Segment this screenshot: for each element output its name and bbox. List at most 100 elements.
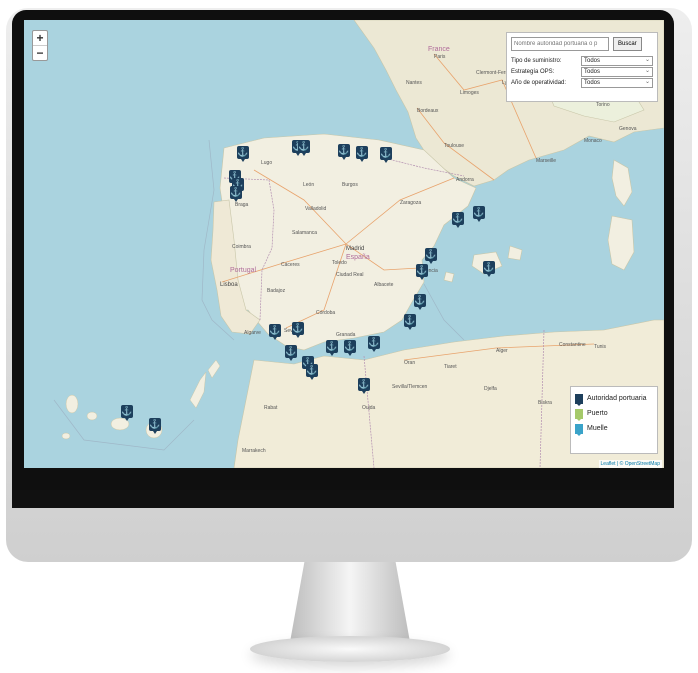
filter-panel: Buscar Tipo de suministro: Todos ⌄ Estrat… bbox=[506, 32, 658, 102]
monitor-chin bbox=[12, 490, 674, 508]
city-label: Salamanca bbox=[292, 230, 318, 236]
legend-label: Autoridad portuaria bbox=[587, 395, 647, 402]
port-authority-marker[interactable]: ⚓ bbox=[452, 212, 464, 228]
map-screen[interactable]: France Paris Nantes Limoges Clermont-Ferrand… bbox=[24, 20, 664, 468]
filter-ops-strategy: Estrategía OPS: Todos ⌄ bbox=[511, 66, 653, 77]
anchor-icon: ⚓ bbox=[425, 249, 437, 259]
chevron-down-icon: ⌄ bbox=[644, 67, 650, 74]
monitor-stand-neck bbox=[290, 562, 410, 642]
anchor-icon: ⚓ bbox=[358, 379, 370, 389]
city-label: Algarve bbox=[244, 330, 261, 336]
filter-ops-strategy-select[interactable]: Todos ⌄ bbox=[581, 66, 653, 77]
anchor-icon: ⚓ bbox=[149, 419, 161, 429]
anchor-icon: ⚓ bbox=[306, 365, 318, 375]
anchor-icon: ⚓ bbox=[121, 406, 133, 416]
anchor-icon: ⚓ bbox=[230, 187, 242, 197]
port-authority-marker[interactable]: ⚓ bbox=[285, 345, 297, 361]
city-label: Constantine bbox=[559, 342, 586, 348]
filter-ops-strategy-label: Estrategía OPS: bbox=[511, 68, 555, 75]
city-label: Sevilla/Tlemcen bbox=[392, 384, 428, 390]
port-authority-marker[interactable]: ⚓ bbox=[358, 378, 370, 394]
city-label: Valladolid bbox=[305, 206, 327, 212]
city-label: Nantes bbox=[406, 80, 422, 86]
city-label: Torino bbox=[596, 102, 610, 108]
city-label: Toledo bbox=[332, 260, 347, 266]
anchor-icon: ⚓ bbox=[344, 341, 356, 351]
anchor-icon: ⚓ bbox=[237, 147, 249, 157]
port-authority-marker[interactable]: ⚓ bbox=[404, 314, 416, 330]
city-label: Monaco bbox=[584, 138, 602, 144]
port-authority-marker[interactable]: ⚓ bbox=[344, 340, 356, 356]
filter-year-label: Año de operatividad: bbox=[511, 79, 567, 86]
anchor-icon: ⚓ bbox=[292, 323, 304, 333]
anchor-icon: ⚓ bbox=[338, 145, 350, 155]
select-value: Todos bbox=[584, 68, 601, 75]
search-button[interactable]: Buscar bbox=[613, 37, 642, 51]
legend-label: Muelle bbox=[587, 425, 608, 432]
port-authority-marker[interactable]: ⚓ bbox=[416, 264, 428, 280]
port-authority-marker[interactable]: ⚓ bbox=[306, 364, 318, 380]
port-authority-marker[interactable]: ⚓ bbox=[292, 322, 304, 338]
city-label: Lisboa bbox=[220, 282, 238, 288]
anchor-icon: ⚓ bbox=[298, 141, 310, 151]
anchor-icon: ⚓ bbox=[356, 147, 368, 157]
port-authority-marker[interactable]: ⚓ bbox=[473, 206, 485, 222]
city-label: Genova bbox=[619, 126, 637, 132]
city-label: Badajoz bbox=[267, 288, 286, 294]
filter-year: Año de operatividad: Todos ⌄ bbox=[511, 77, 653, 88]
map-attribution[interactable]: Leaflet | © OpenStreetMap bbox=[598, 460, 662, 468]
filter-supply-type-select[interactable]: Todos ⌄ bbox=[581, 55, 653, 66]
city-label: Zaragoza bbox=[400, 200, 422, 206]
city-label: Ciudad Real bbox=[336, 272, 364, 278]
port-authority-marker[interactable]: ⚓ bbox=[269, 324, 281, 340]
legend-item-dock: Muelle bbox=[575, 421, 653, 436]
port-authority-marker[interactable]: ⚓ bbox=[425, 248, 437, 264]
search-input[interactable] bbox=[511, 37, 609, 51]
port-authority-marker[interactable]: ⚓ bbox=[338, 144, 350, 160]
anchor-icon: ⚓ bbox=[483, 262, 495, 272]
anchor-icon: ⚓ bbox=[285, 346, 297, 356]
port-authority-marker[interactable]: ⚓ bbox=[149, 418, 161, 434]
port-authority-marker[interactable]: ⚓ bbox=[237, 146, 249, 162]
chevron-down-icon: ⌄ bbox=[644, 56, 650, 63]
port-authority-marker[interactable]: ⚓ bbox=[230, 186, 242, 202]
select-value: Todos bbox=[584, 79, 601, 86]
city-label: Biskra bbox=[538, 400, 552, 406]
port-authority-marker[interactable]: ⚓ bbox=[414, 294, 426, 310]
zoom-control[interactable]: + − bbox=[32, 30, 48, 61]
anchor-icon: ⚓ bbox=[368, 337, 380, 347]
chevron-down-icon: ⌄ bbox=[644, 78, 650, 85]
anchor-icon: ⚓ bbox=[269, 325, 281, 335]
city-label: Oran bbox=[404, 360, 416, 366]
port-authority-marker[interactable]: ⚓ bbox=[298, 140, 310, 156]
legend-label: Puerto bbox=[587, 410, 608, 417]
city-label: Córdoba bbox=[316, 310, 336, 316]
city-label: España bbox=[346, 254, 370, 261]
zoom-out-button[interactable]: − bbox=[33, 46, 47, 60]
filter-year-select[interactable]: Todos ⌄ bbox=[581, 77, 653, 88]
port-authority-marker[interactable]: ⚓ bbox=[368, 336, 380, 352]
city-label: Cáceres bbox=[281, 262, 300, 268]
city-label: Lugo bbox=[261, 160, 273, 166]
anchor-marker-icon bbox=[575, 393, 583, 406]
port-authority-marker[interactable]: ⚓ bbox=[380, 147, 392, 163]
anchor-icon: ⚓ bbox=[452, 213, 464, 223]
city-label: Toulouse bbox=[444, 143, 465, 149]
monitor-stand-base bbox=[250, 636, 450, 662]
map-legend: Autoridad portuaria Puerto Muelle bbox=[570, 386, 658, 454]
select-value: Todos bbox=[584, 57, 601, 64]
city-label: Marseille bbox=[536, 158, 557, 164]
anchor-icon: ⚓ bbox=[473, 207, 485, 217]
port-authority-marker[interactable]: ⚓ bbox=[326, 340, 338, 356]
port-authority-marker[interactable]: ⚓ bbox=[356, 146, 368, 162]
anchor-icon: ⚓ bbox=[404, 315, 416, 325]
zoom-in-button[interactable]: + bbox=[33, 31, 47, 46]
city-label: Tunis bbox=[594, 344, 607, 350]
port-authority-marker[interactable]: ⚓ bbox=[121, 405, 133, 421]
filter-supply-type-label: Tipo de suministro: bbox=[511, 57, 562, 64]
city-label: Burgos bbox=[342, 182, 358, 188]
city-label: Djelfa bbox=[484, 386, 497, 392]
city-label: Marrakech bbox=[242, 448, 266, 454]
city-label: Rabat bbox=[264, 405, 278, 411]
port-authority-marker[interactable]: ⚓ bbox=[483, 261, 495, 277]
